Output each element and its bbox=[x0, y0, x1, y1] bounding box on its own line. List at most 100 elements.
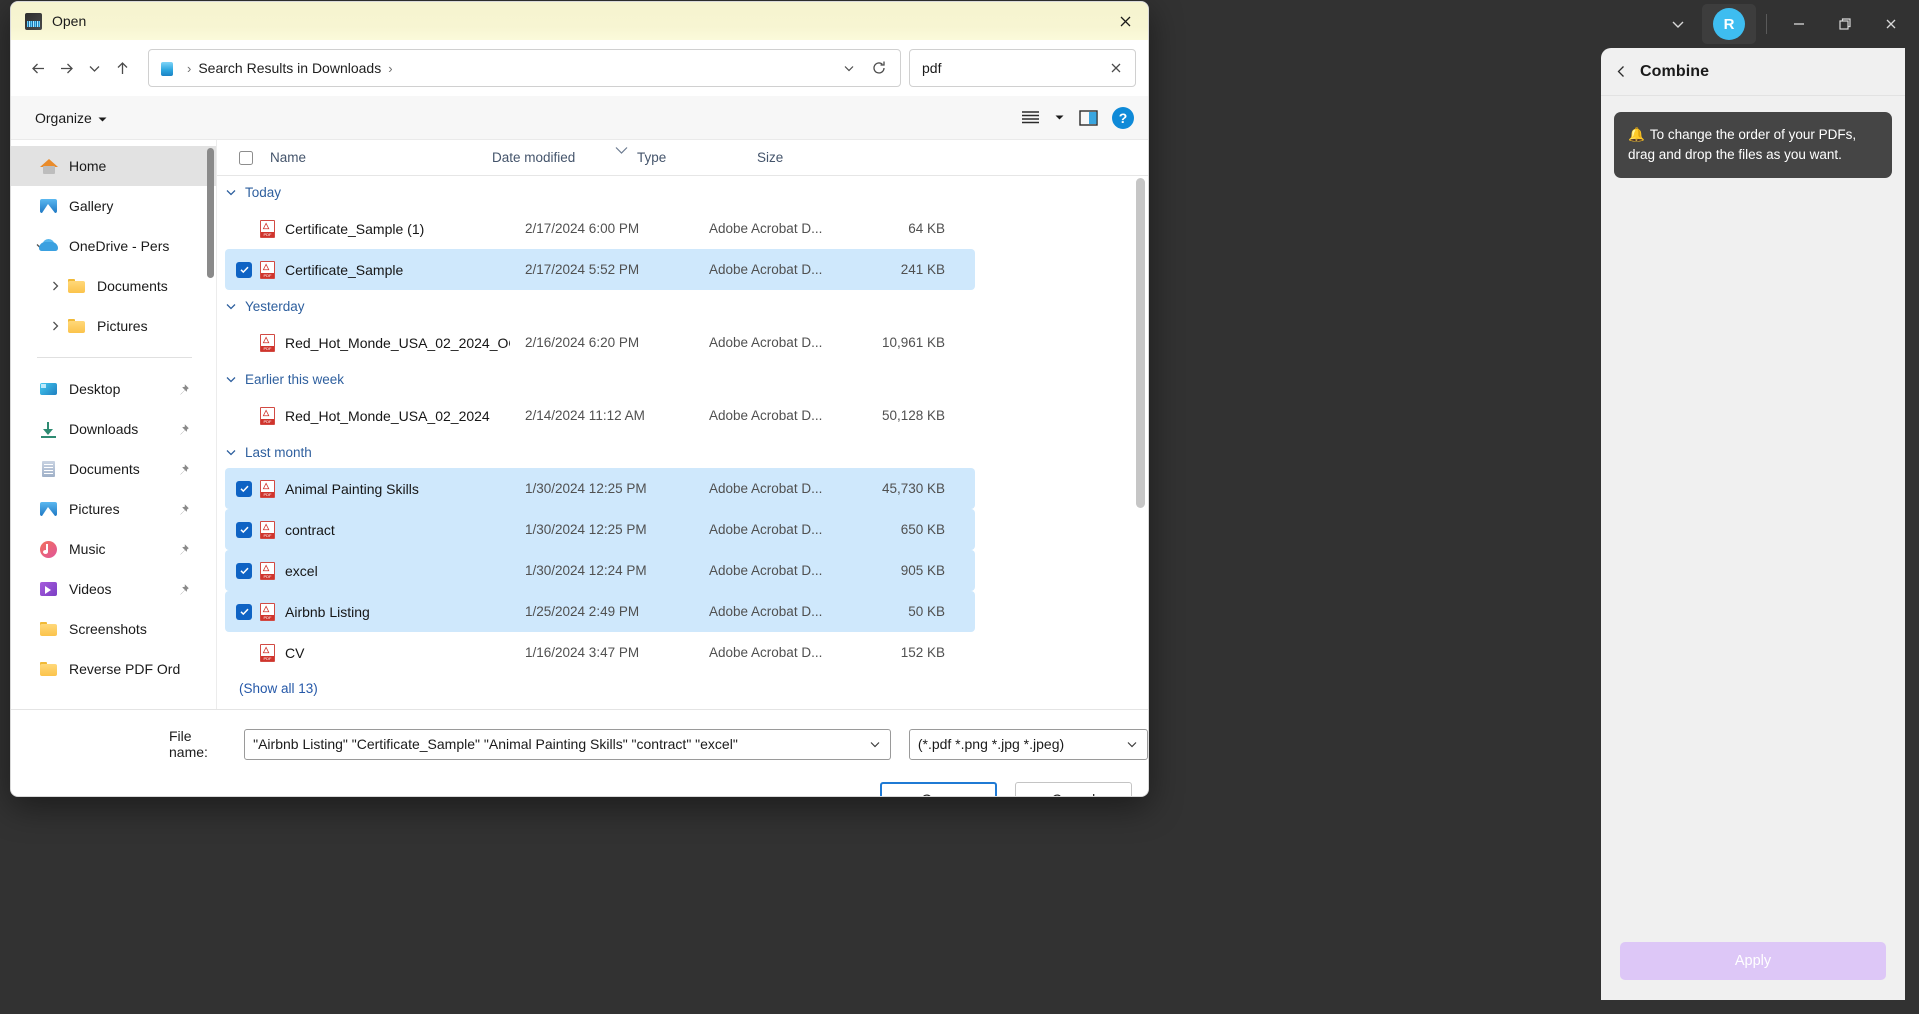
table-row[interactable]: △ PDF contract 1/30/2024 12:25 PM Adobe Acro… bbox=[225, 509, 975, 550]
column-header-name[interactable]: Name bbox=[270, 150, 492, 165]
sidebar-scroll-thumb[interactable] bbox=[207, 148, 214, 278]
search-input[interactable] bbox=[922, 60, 1103, 76]
pin-icon[interactable] bbox=[177, 503, 190, 516]
filename-combobox[interactable]: "Airbnb Listing" "Certificate_Sample" "A… bbox=[244, 728, 891, 760]
file-group-header[interactable]: Today bbox=[217, 176, 1148, 208]
checkbox-checked-icon[interactable] bbox=[236, 603, 252, 620]
sidebar-item-reverse-pdf-ord[interactable]: Reverse PDF Ord bbox=[11, 649, 216, 689]
checkbox-empty-icon[interactable] bbox=[236, 408, 252, 424]
pin-icon[interactable] bbox=[177, 423, 190, 436]
filetype-combobox[interactable]: (*.pdf *.png *.jpg *.jpeg) bbox=[908, 728, 1148, 760]
arrow-up-icon[interactable] bbox=[110, 51, 136, 85]
close-icon[interactable] bbox=[1103, 55, 1129, 81]
checkbox-checked-icon[interactable] bbox=[236, 480, 252, 497]
file-group-header[interactable]: Last month bbox=[217, 436, 1148, 468]
table-row[interactable]: △ PDF Animal Painting Skills 1/30/2024 12:2… bbox=[225, 468, 975, 509]
gallery-icon bbox=[39, 197, 59, 215]
file-list-scrollbar[interactable] bbox=[1136, 178, 1145, 668]
search-box[interactable] bbox=[909, 49, 1136, 87]
arrow-right-icon[interactable] bbox=[53, 51, 79, 85]
cancel-button[interactable]: Cancel bbox=[1015, 782, 1132, 796]
recent-locations-chevron-down-icon[interactable] bbox=[82, 51, 108, 85]
table-row[interactable]: △ PDF Red_Hot_Monde_USA_02_2024_OCR 2/16/20… bbox=[225, 322, 975, 363]
sidebar-item-music[interactable]: Music bbox=[11, 529, 216, 569]
organize-button[interactable]: Organize bbox=[27, 105, 115, 131]
sidebar-item-label: Screenshots bbox=[69, 621, 147, 637]
chevron-down-icon[interactable] bbox=[1656, 6, 1700, 42]
file-group-header[interactable]: Yesterday bbox=[217, 290, 1148, 322]
preview-pane-icon[interactable] bbox=[1070, 103, 1106, 133]
close-icon[interactable] bbox=[1869, 6, 1913, 42]
sidebar-item-downloads[interactable]: Downloads bbox=[11, 409, 216, 449]
sidebar-item-documents[interactable]: Documents bbox=[11, 449, 216, 489]
checkbox-checked-icon[interactable] bbox=[236, 562, 252, 579]
checkbox-empty-icon[interactable] bbox=[236, 335, 252, 351]
sidebar-item-gallery[interactable]: Gallery bbox=[11, 186, 216, 226]
dialog-titlebar: Open bbox=[11, 2, 1148, 40]
date-modified-cell: 1/30/2024 12:25 PM bbox=[525, 481, 647, 496]
sidebar-scrollbar[interactable] bbox=[207, 148, 214, 688]
avatar[interactable]: R bbox=[1702, 4, 1756, 44]
table-row[interactable]: △ PDF Airbnb Listing 1/25/2024 2:49 PM Adobe… bbox=[225, 591, 975, 632]
chevron-down-icon[interactable] bbox=[225, 186, 237, 198]
show-all-link[interactable]: (Show all 13) bbox=[217, 681, 1148, 696]
table-row[interactable]: △ PDF excel 1/30/2024 12:24 PM Adobe Acrobat… bbox=[225, 550, 975, 591]
onedrive-cloud-icon bbox=[39, 237, 59, 255]
sidebar-item-documents[interactable]: Documents bbox=[11, 266, 216, 306]
list-view-icon[interactable] bbox=[1012, 103, 1048, 133]
chevron-right-icon[interactable] bbox=[47, 320, 63, 332]
titlebar-divider bbox=[1766, 14, 1767, 34]
minimize-icon[interactable] bbox=[1777, 6, 1821, 42]
sidebar-item-screenshots[interactable]: Screenshots bbox=[11, 609, 216, 649]
sidebar-item-pictures[interactable]: Pictures bbox=[11, 489, 216, 529]
combine-panel-title: Combine bbox=[1640, 62, 1710, 80]
checkbox-checked-icon[interactable] bbox=[236, 261, 252, 278]
table-row[interactable]: △ PDF Red_Hot_Monde_USA_02_2024 2/14/2024 1… bbox=[225, 395, 975, 436]
column-header-size[interactable]: Size bbox=[757, 150, 847, 165]
date-modified-cell: 2/17/2024 6:00 PM bbox=[525, 221, 640, 236]
address-bar[interactable]: › Search Results in Downloads › bbox=[148, 49, 901, 87]
videos-icon bbox=[39, 580, 59, 598]
arrow-left-icon[interactable] bbox=[25, 51, 51, 85]
checkbox-empty-icon[interactable] bbox=[236, 221, 252, 237]
sidebar-item-onedrive-pers[interactable]: OneDrive - Pers bbox=[11, 226, 216, 266]
address-dropdown-chevron-down-icon[interactable] bbox=[834, 52, 864, 84]
file-group-header[interactable]: Earlier this week bbox=[217, 363, 1148, 395]
checkbox-unchecked-icon[interactable] bbox=[239, 150, 253, 165]
filetype-chevron-down-icon[interactable] bbox=[1121, 738, 1143, 750]
checkbox-empty-icon[interactable] bbox=[236, 645, 252, 661]
chevron-right-icon[interactable] bbox=[47, 280, 63, 292]
chevron-down-icon[interactable] bbox=[225, 446, 237, 458]
sidebar-item-home[interactable]: Home bbox=[11, 146, 216, 186]
chevron-down-icon[interactable] bbox=[225, 373, 237, 385]
sidebar-item-videos[interactable]: Videos bbox=[11, 569, 216, 609]
type-cell: Adobe Acrobat D... bbox=[709, 221, 823, 236]
chevron-left-icon[interactable] bbox=[1615, 65, 1628, 78]
help-icon[interactable]: ? bbox=[1112, 106, 1134, 129]
table-row[interactable]: △ PDF Certificate_Sample 2/17/2024 5:52 PM A… bbox=[225, 249, 975, 290]
filename-chevron-down-icon[interactable] bbox=[864, 738, 886, 750]
organize-label: Organize bbox=[35, 109, 92, 126]
sidebar-item-pictures[interactable]: Pictures bbox=[11, 306, 216, 346]
column-header-type[interactable]: Type bbox=[637, 150, 757, 165]
filename-value: "Airbnb Listing" "Certificate_Sample" "A… bbox=[253, 736, 738, 752]
pin-icon[interactable] bbox=[177, 583, 190, 596]
refresh-icon[interactable] bbox=[864, 52, 894, 84]
close-icon[interactable] bbox=[1102, 2, 1148, 40]
view-caret-down-icon[interactable] bbox=[1048, 103, 1070, 133]
file-list-scroll-thumb[interactable] bbox=[1136, 178, 1145, 508]
restore-icon[interactable] bbox=[1823, 6, 1867, 42]
checkbox-checked-icon[interactable] bbox=[236, 521, 252, 538]
pin-icon[interactable] bbox=[177, 383, 190, 396]
type-cell: Adobe Acrobat D... bbox=[709, 335, 823, 350]
open-button[interactable]: Open bbox=[880, 782, 997, 796]
table-row[interactable]: △ PDF Certificate_Sample (1) 2/17/2024 6:00… bbox=[225, 208, 975, 249]
table-row[interactable]: △ PDF CV 1/16/2024 3:47 PM Adobe Acrobat D..… bbox=[225, 632, 975, 673]
sidebar-item-desktop[interactable]: Desktop bbox=[11, 369, 216, 409]
type-cell: Adobe Acrobat D... bbox=[709, 563, 823, 578]
pin-icon[interactable] bbox=[177, 543, 190, 556]
chevron-down-icon[interactable] bbox=[225, 300, 237, 312]
pin-icon[interactable] bbox=[177, 463, 190, 476]
apply-button[interactable]: Apply bbox=[1620, 942, 1886, 980]
pdf-file-icon: △ PDF bbox=[260, 520, 275, 539]
